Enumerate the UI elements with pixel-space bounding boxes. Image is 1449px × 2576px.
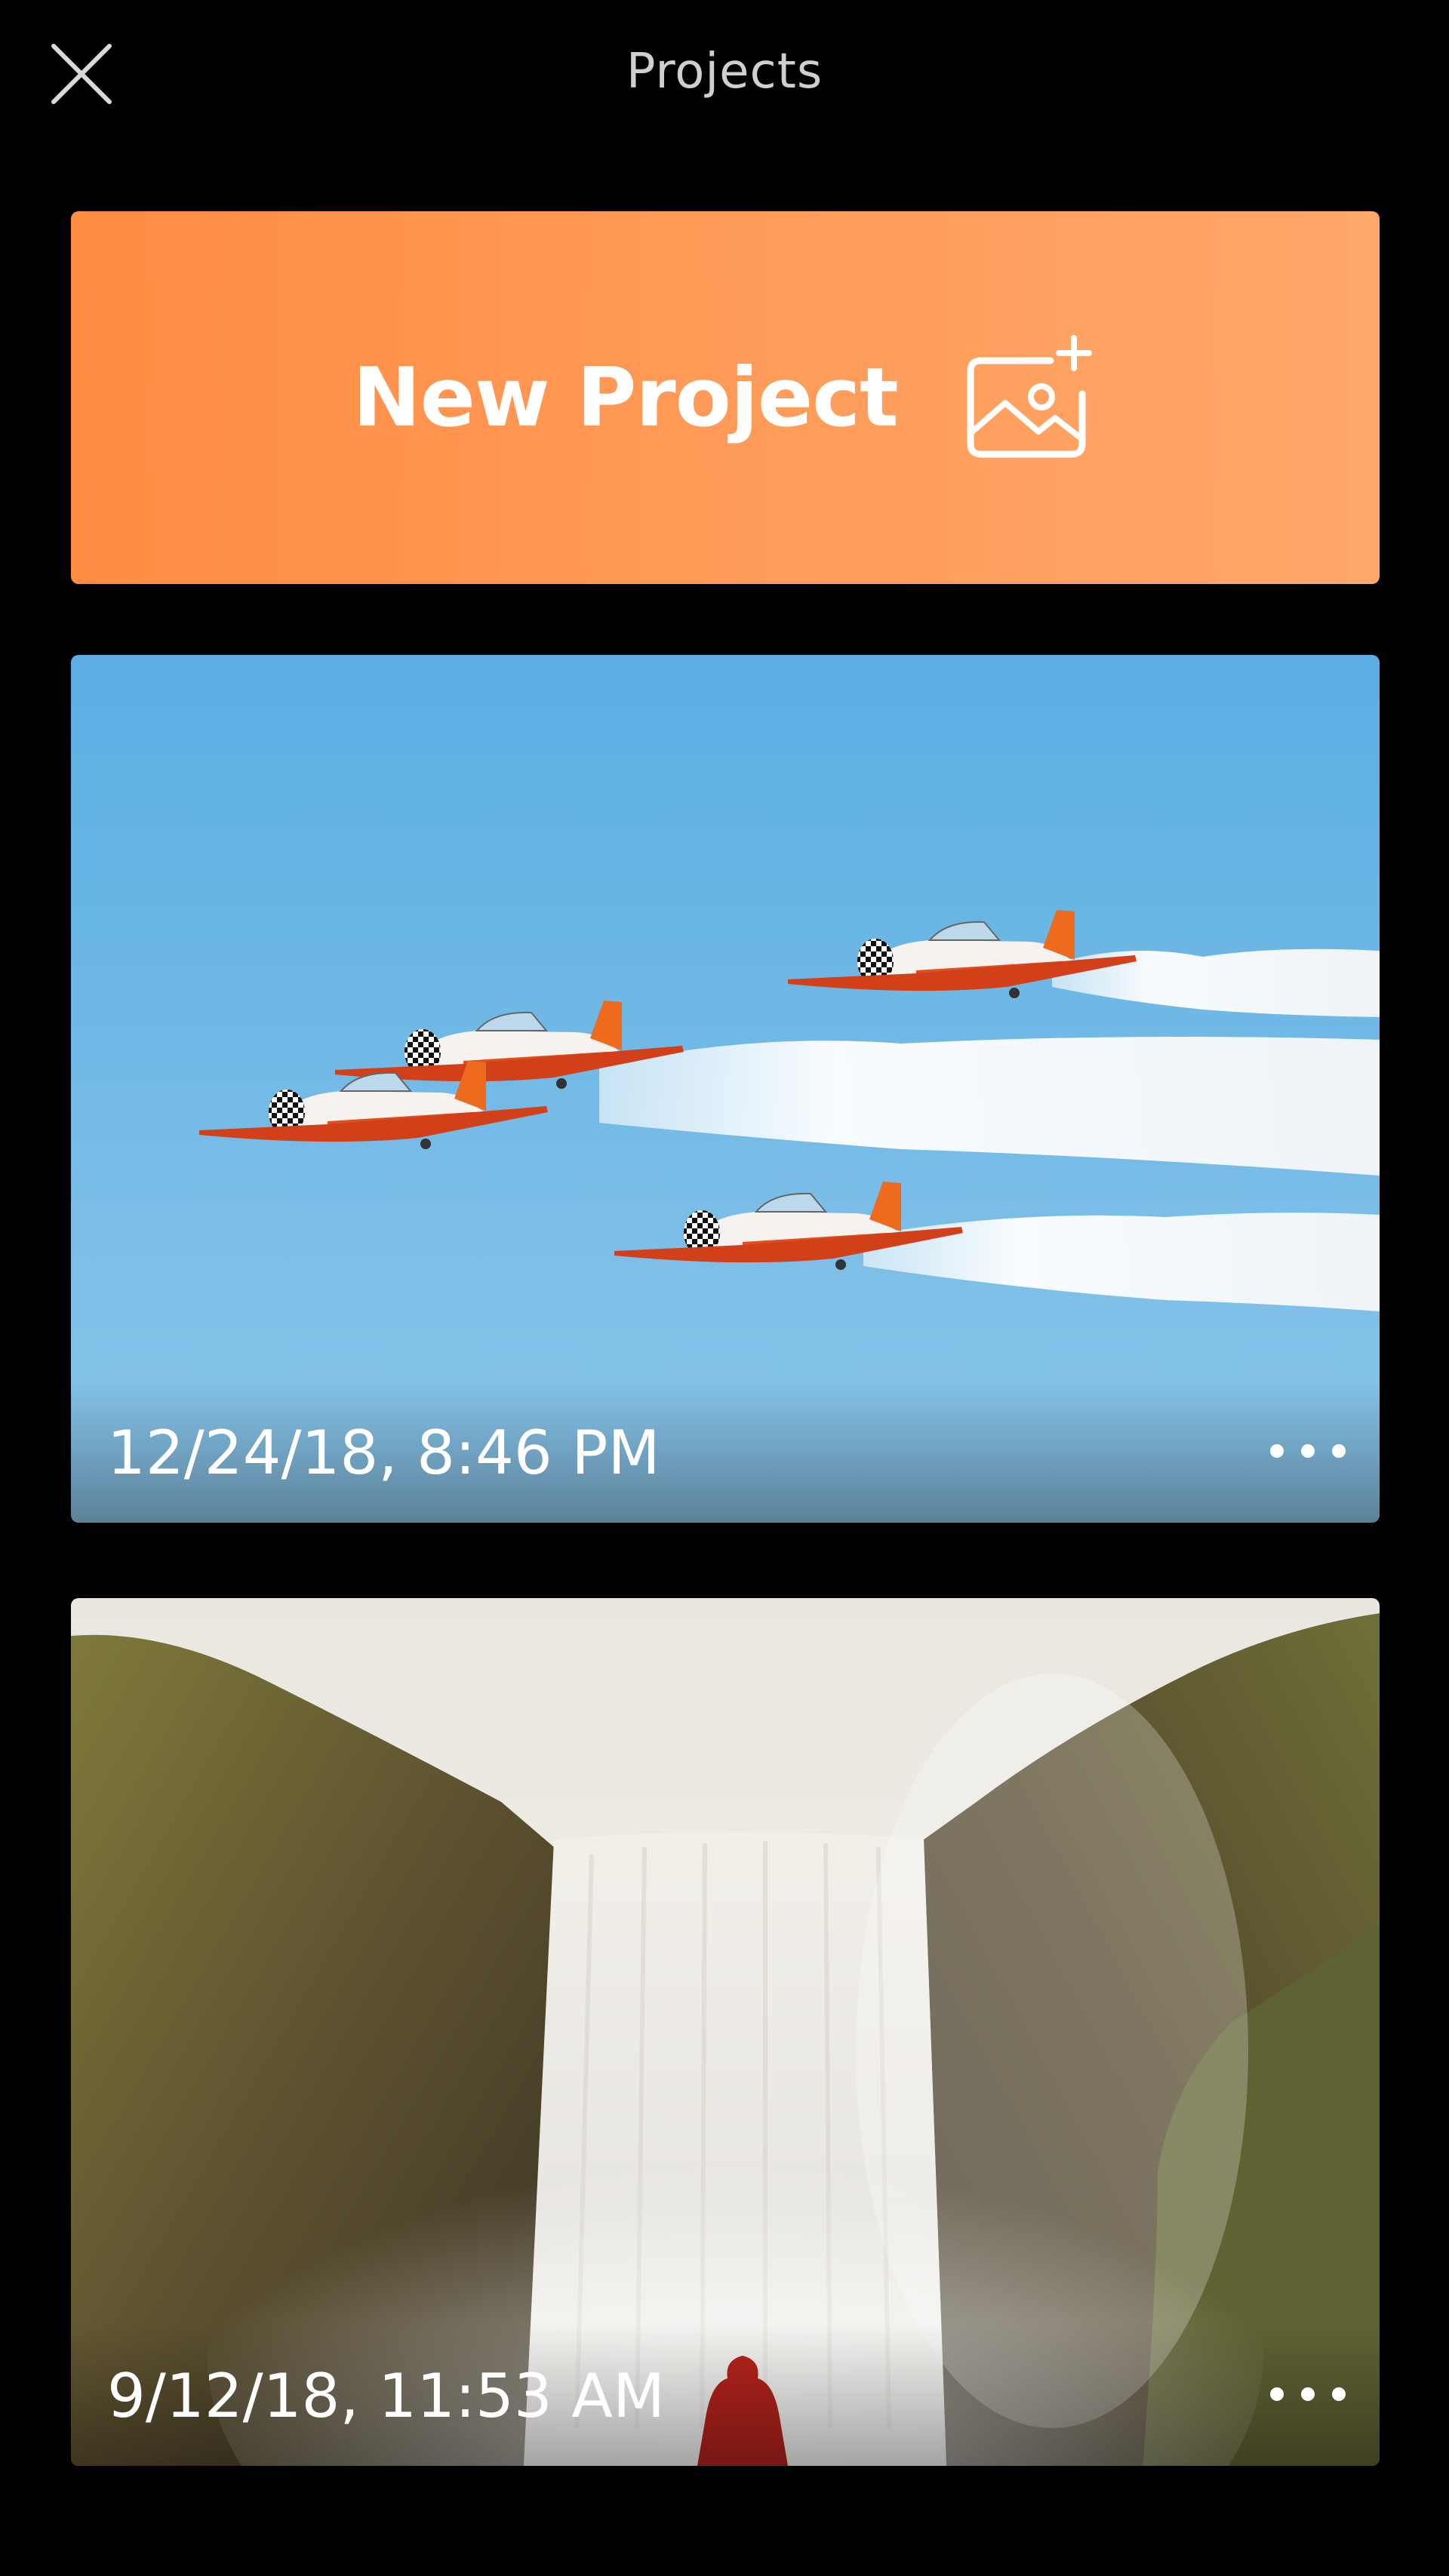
header-bar: Projects bbox=[0, 0, 1449, 143]
more-dots-icon bbox=[1270, 1444, 1346, 1458]
project-card[interactable]: 12/24/18, 8:46 PM bbox=[71, 655, 1380, 1523]
new-project-button[interactable]: New Project bbox=[71, 211, 1380, 584]
page-title: Projects bbox=[626, 44, 823, 100]
project-more-button[interactable] bbox=[1259, 1417, 1357, 1485]
project-date: 12/24/18, 8:46 PM bbox=[107, 1418, 660, 1488]
project-date: 9/12/18, 11:53 AM bbox=[107, 2361, 665, 2431]
new-project-label: New Project bbox=[352, 350, 899, 445]
project-card[interactable]: 9/12/18, 11:53 AM bbox=[71, 1598, 1380, 2466]
project-more-button[interactable] bbox=[1259, 2360, 1357, 2428]
add-photo-icon bbox=[966, 334, 1098, 462]
more-dots-icon bbox=[1270, 2387, 1346, 2401]
